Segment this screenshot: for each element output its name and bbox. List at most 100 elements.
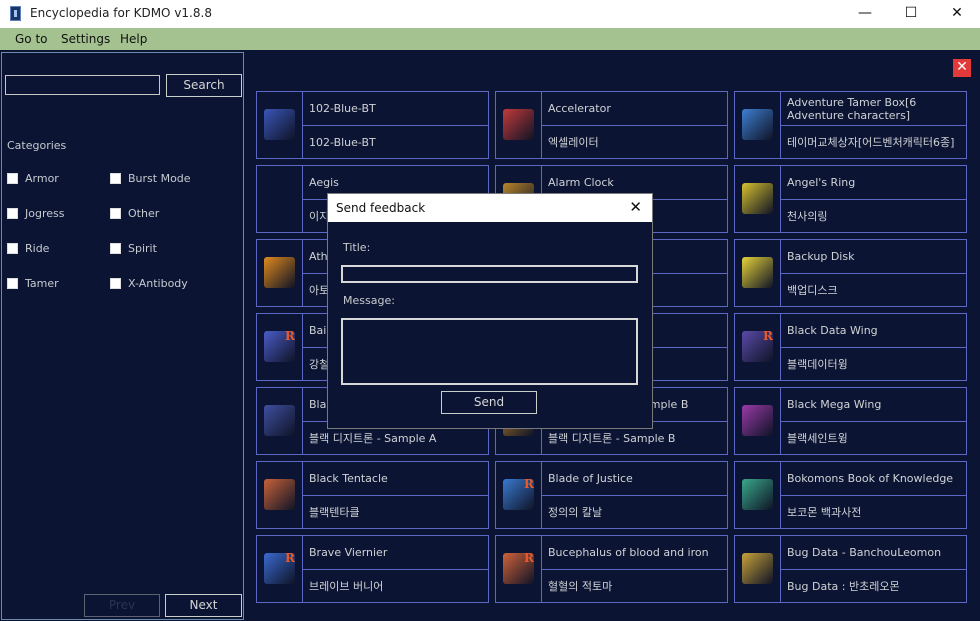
window-close-button[interactable]: ✕ [934,0,980,28]
rare-badge: R [285,329,295,343]
item-korean-name: Bug Data : 반초레오몬 [787,580,900,593]
title-input[interactable] [341,265,638,283]
item-card[interactable]: Black Mega Wing 블랙세인트윙 [734,387,967,455]
title-label: Title: [343,241,371,254]
brave-viernier-icon: R [264,551,295,584]
item-card[interactable]: R Bucephalus of blood and iron 혈혈의 적토마 [495,535,728,603]
window-titlebar: Encyclopedia for KDMO v1.8.8 — ☐ ✕ [0,0,980,28]
sidebar: Search Categories Armor Burst Mode Jogre… [1,52,244,620]
menu-settings[interactable]: Settings [61,32,110,46]
item-name: Bucephalus of blood and iron [542,536,727,570]
rare-badge: R [524,551,534,565]
item-korean-name: 브레이브 버니어 [309,580,384,593]
item-korean-name: 보코몬 백과사전 [787,506,862,519]
black-tentacle-icon [264,479,295,510]
item-icon-box [496,92,542,158]
item-icon-box [257,240,303,306]
prev-button[interactable]: Prev [84,594,160,617]
close-encyclopedia-button[interactable]: ✕ [953,59,971,77]
categories-label: Categories [7,139,67,152]
feedback-dialog: Send feedback ✕ Title: Message: Send [327,193,653,429]
item-icon-box [735,536,781,602]
item-name: 102-Blue-BT [303,92,488,126]
menu-help[interactable]: Help [120,32,147,46]
item-icon-box: R [735,314,781,380]
checkbox[interactable] [110,208,121,219]
item-korean-name: 정의의 칼날 [548,506,603,519]
rare-badge: R [285,551,295,565]
search-input[interactable] [5,75,160,95]
dialog-titlebar: Send feedback ✕ [328,194,652,222]
item-card[interactable]: R Blade of Justice 정의의 칼날 [495,461,728,529]
bucephalus-icon: R [503,551,534,584]
item-icon-box: R [257,536,303,602]
dialog-title: Send feedback [336,201,426,215]
item-name: Adventure Tamer Box[6 Adventure characte… [781,92,966,126]
item-name: Brave Viernier [303,536,488,570]
checkbox[interactable] [110,278,121,289]
item-icon-box: R [496,536,542,602]
item-name: Accelerator [542,92,727,126]
next-button[interactable]: Next [165,594,242,617]
checkbox[interactable] [7,243,18,254]
message-textarea[interactable] [341,318,638,385]
book-icon [742,479,773,510]
item-card[interactable]: Black Tentacle 블랙텐타클 [256,461,489,529]
item-korean-name: 102-Blue-BT [309,135,376,149]
item-card[interactable]: Backup Disk 백업디스크 [734,239,967,307]
item-korean-name: 테이머교체상자[어드벤처캐릭터6종] [787,136,955,149]
black-digitron-icon [264,405,295,436]
item-card[interactable]: Bokomons Book of Knowledge 보코몬 백과사전 [734,461,967,529]
angel-ring-icon [742,183,773,214]
item-icon-box [257,92,303,158]
checkbox[interactable] [7,208,18,219]
black-mega-wing-icon [742,405,773,436]
rare-badge: R [763,329,773,343]
item-icon-box [257,388,303,454]
item-name: Angel's Ring [781,166,966,200]
blade-of-justice-icon: R [503,477,534,510]
app-icon [10,6,21,21]
item-name: Black Tentacle [303,462,488,496]
checkbox[interactable] [7,278,18,289]
item-card[interactable]: Accelerator 엑셀레이터 [495,91,728,159]
item-korean-name: 엑셀레이터 [548,136,599,149]
item-icon-box: R [257,314,303,380]
search-button[interactable]: Search [166,74,242,97]
item-card[interactable]: R Brave Viernier 브레이브 버니어 [256,535,489,603]
item-name: Bokomons Book of Knowledge [781,462,966,496]
item-card[interactable]: R Black Data Wing 블랙데이터윙 [734,313,967,381]
minimize-button[interactable]: — [842,0,888,28]
item-icon-box: R [496,462,542,528]
black-data-wing-icon: R [742,329,773,362]
item-icon-box [735,462,781,528]
item-card[interactable]: Adventure Tamer Box[6 Adventure characte… [734,91,967,159]
item-icon-box [735,388,781,454]
send-button[interactable]: Send [441,391,537,414]
athena-icon [264,257,295,288]
checkbox[interactable] [7,173,18,184]
accelerator-icon [503,109,534,140]
item-korean-name: 블랙세인트윙 [787,432,848,445]
checkbox[interactable] [110,173,121,184]
message-label: Message: [343,294,395,307]
baihu-icon: R [264,329,295,362]
menu-goto[interactable]: Go to [15,32,48,46]
item-card[interactable]: Angel's Ring 천사의링 [734,165,967,233]
item-card[interactable]: 102-Blue-BT 102-Blue-BT [256,91,489,159]
bug-data-icon [742,553,773,584]
item-name: Black Mega Wing [781,388,966,422]
rare-badge: R [524,477,534,491]
menu-bar: Go to Settings Help [0,28,980,50]
item-name: Blade of Justice [542,462,727,496]
item-korean-name: 혈혈의 적토마 [548,580,613,593]
checkbox[interactable] [110,243,121,254]
maximize-button[interactable]: ☐ [888,0,934,28]
item-card[interactable]: Bug Data - BanchouLeomon Bug Data : 반초레오몬 [734,535,967,603]
window-title: Encyclopedia for KDMO v1.8.8 [30,6,212,20]
item-icon-box [735,240,781,306]
item-korean-name: 블랙데이터윙 [787,358,848,371]
item-name: Backup Disk [781,240,966,274]
dialog-close-icon[interactable]: ✕ [629,198,642,216]
item-name: Bug Data - BanchouLeomon [781,536,966,570]
